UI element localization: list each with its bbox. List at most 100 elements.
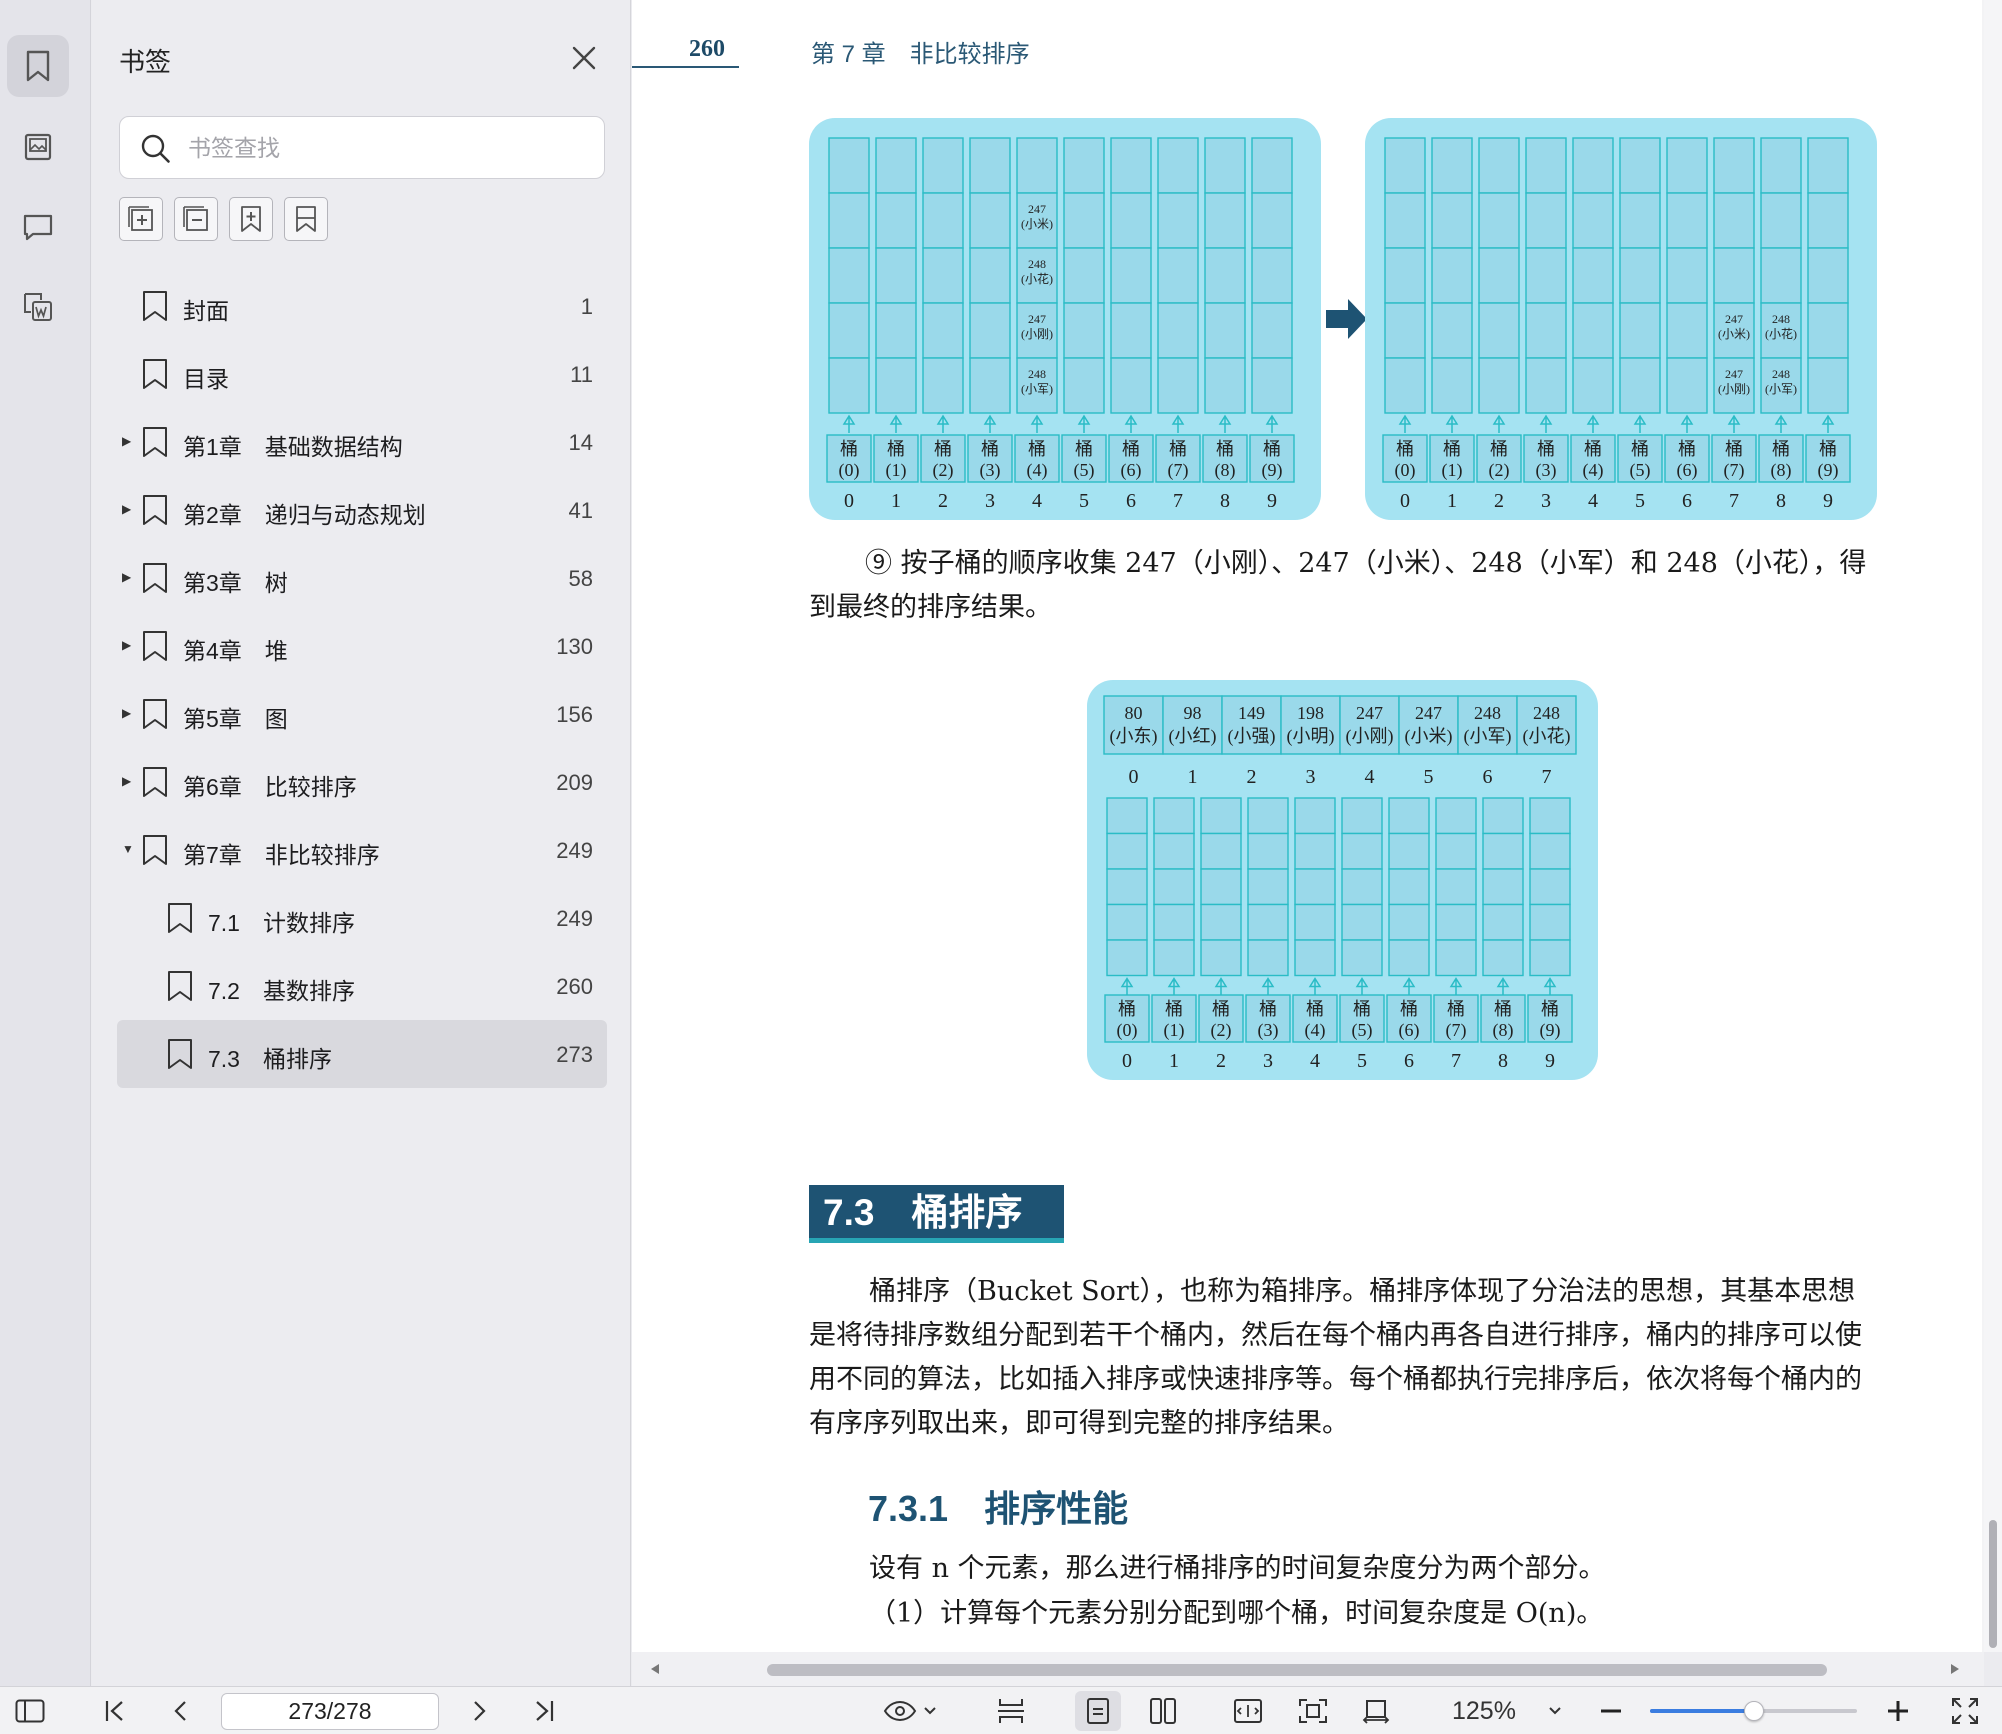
toggle-sidebar-button[interactable] — [10, 1687, 50, 1734]
scroll-thumb[interactable] — [767, 1664, 1827, 1676]
bookmark-item[interactable]: ▶ 第6章 比较排序 209 — [117, 748, 607, 816]
page-number-input[interactable] — [221, 1693, 439, 1730]
arrow-up-icon — [1449, 977, 1463, 996]
bookmark-panel-button[interactable] — [7, 35, 69, 97]
expand-arrow-icon[interactable]: ▶ — [122, 638, 131, 652]
bookmark-label: 封面 — [183, 298, 229, 324]
arrow-up-icon — [1265, 414, 1279, 433]
bucket-cell — [1666, 192, 1708, 249]
bucket-cell — [1619, 247, 1661, 304]
bookmark-icon — [143, 631, 167, 661]
bucket-label: 桶 — [1772, 439, 1790, 459]
add-bookmark-button[interactable] — [229, 197, 273, 241]
bucket-cell — [1157, 302, 1199, 359]
zoom-slider-knob[interactable] — [1743, 1701, 1764, 1721]
bookmark-toolbar — [119, 197, 328, 241]
bookmark-item[interactable]: 7.2 基数排序 260 — [117, 952, 607, 1020]
word-export-button[interactable] — [7, 276, 69, 338]
bookmark-page: 249 — [556, 906, 593, 931]
fit-width-button[interactable] — [1225, 1687, 1271, 1734]
zoom-dropdown[interactable] — [1545, 1687, 1565, 1734]
expand-arrow-icon[interactable]: ▶ — [122, 434, 131, 448]
bookmark-icon — [168, 971, 192, 1001]
bucket-cell — [1247, 868, 1289, 906]
zoom-in-button[interactable] — [1881, 1687, 1915, 1734]
thumbnail-panel-button[interactable] — [7, 116, 69, 178]
bucket-label: 桶 — [1028, 439, 1046, 459]
view-mode-dropdown[interactable] — [878, 1687, 942, 1734]
arrow-up-icon — [1355, 977, 1369, 996]
horizontal-scrollbar[interactable] — [632, 1652, 1984, 1686]
bucket-number: (8) — [1771, 460, 1792, 481]
collapse-all-icon — [183, 206, 208, 231]
bucket-number: (1) — [886, 460, 907, 481]
bookmark-label: 第3章 树 — [183, 570, 288, 596]
zoom-level[interactable]: 125% — [1452, 1697, 1516, 1726]
bookmark-page: 130 — [556, 634, 593, 659]
zoom-out-button[interactable] — [1594, 1687, 1628, 1734]
bookmark-search-input[interactable] — [188, 129, 588, 167]
scroll-thumb[interactable] — [1989, 1520, 1997, 1648]
bookmark-item[interactable]: ▶ 第1章 基础数据结构 14 — [117, 408, 607, 476]
bookmark-item[interactable]: 封面 1 — [117, 272, 607, 340]
two-page-button[interactable] — [1140, 1687, 1186, 1734]
first-page-button[interactable] — [98, 1687, 132, 1734]
fullscreen-button[interactable] — [1945, 1687, 1985, 1734]
prev-page-button[interactable] — [163, 1687, 197, 1734]
expand-all-button[interactable] — [119, 197, 163, 241]
annotation-panel-button[interactable] — [7, 196, 69, 258]
bookmark-page: 58 — [568, 566, 593, 591]
bucket-cell — [1204, 137, 1246, 194]
bucket-label: 桶 — [1631, 439, 1649, 459]
bookmark-item[interactable]: ▶ 第2章 递归与动态规划 41 — [117, 476, 607, 544]
scroll-right-icon[interactable] — [1950, 1663, 1960, 1675]
bucket-number: (0) — [839, 460, 860, 481]
chevron-left-icon — [174, 1701, 186, 1721]
bucket-label: 桶 — [1259, 999, 1277, 1019]
bookmark-item[interactable]: ▶ 第5章 图 156 — [117, 680, 607, 748]
arrow-up-icon — [1077, 414, 1091, 433]
single-page-button[interactable] — [1075, 1691, 1121, 1731]
bucket-cell — [1384, 357, 1426, 414]
bookmark-item[interactable]: 7.3 桶排序 273 — [117, 1020, 607, 1088]
bookmark-item[interactable]: ▼ 第7章 非比较排序 249 — [117, 816, 607, 884]
close-icon[interactable] — [568, 42, 600, 74]
bucket-cell — [1294, 797, 1336, 835]
last-page-button[interactable] — [527, 1687, 561, 1734]
expand-arrow-icon[interactable]: ▶ — [122, 570, 131, 584]
expand-arrow-icon[interactable]: ▶ — [122, 774, 131, 788]
expand-arrow-icon[interactable]: ▶ — [122, 502, 131, 516]
bucket-cell — [1760, 247, 1802, 304]
bucket-cell — [969, 302, 1011, 359]
bucket-cell — [1482, 868, 1524, 906]
scroll-left-icon[interactable] — [650, 1663, 660, 1675]
collapse-all-button[interactable] — [174, 197, 218, 241]
bucket-label: 桶 — [1494, 999, 1512, 1019]
continuous-scroll-button[interactable] — [988, 1687, 1034, 1734]
bookmark-item[interactable]: ▶ 第3章 树 58 — [117, 544, 607, 612]
bookmark-item[interactable]: ▶ 第4章 堆 130 — [117, 612, 607, 680]
next-page-button[interactable] — [463, 1687, 497, 1734]
bucket-cell — [922, 247, 964, 304]
rotate-button[interactable] — [1353, 1687, 1399, 1734]
bucket-cell — [1482, 939, 1524, 977]
result-value: 248 — [1474, 703, 1501, 723]
collapse-arrow-icon[interactable]: ▼ — [122, 842, 134, 856]
bookmark-tool-button[interactable] — [284, 197, 328, 241]
bookmark-item[interactable]: 7.1 计数排序 249 — [117, 884, 607, 952]
bucket-cell — [1153, 939, 1195, 977]
fit-page-button[interactable] — [1290, 1687, 1336, 1734]
result-name: (小东) — [1110, 726, 1158, 747]
expand-arrow-icon[interactable]: ▶ — [122, 706, 131, 720]
bookmark-search[interactable] — [119, 116, 605, 179]
chevron-down-icon — [1549, 1707, 1561, 1715]
bucket-index: 7 — [1173, 490, 1183, 512]
two-page-icon — [1150, 1698, 1176, 1724]
complexity-paragraph: 设有 n 个元素，那么进行桶排序的时间复杂度分为两个部分。 — [869, 1553, 1606, 1584]
zoom-slider[interactable] — [1650, 1701, 1857, 1721]
result-grid: 80(小东)098(小红)1149(小强)2198(小明)3247(小刚)424… — [1103, 695, 1577, 1072]
bucket-cell — [1153, 903, 1195, 941]
vertical-scrollbar[interactable] — [1984, 0, 2002, 1652]
bookmark-item[interactable]: 目录 11 — [117, 340, 607, 408]
bucket-cell — [828, 192, 870, 249]
